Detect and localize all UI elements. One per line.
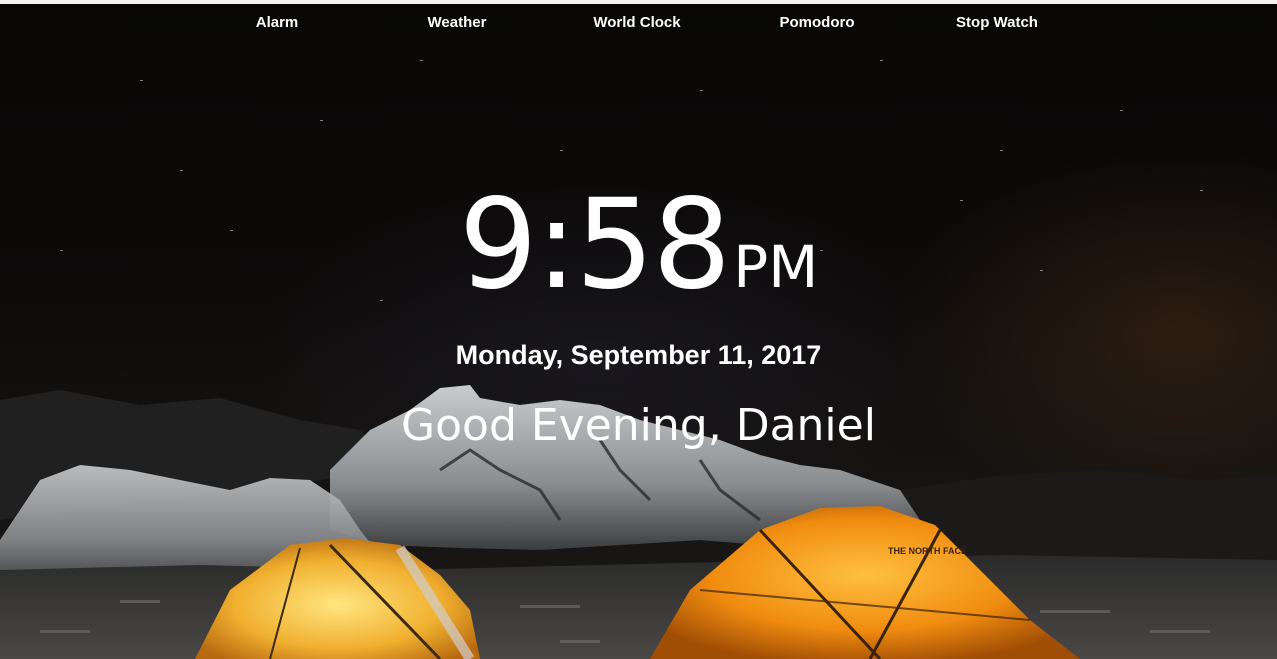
clock-ampm: PM: [733, 233, 819, 301]
greeting-message: Good Evening, Daniel: [401, 400, 876, 451]
nav-weather[interactable]: Weather: [428, 14, 487, 31]
current-date: Monday, September 11, 2017: [455, 340, 822, 370]
nav-stop-watch[interactable]: Stop Watch: [956, 14, 1038, 31]
nav-pomodoro[interactable]: Pomodoro: [780, 14, 855, 31]
nav-alarm[interactable]: Alarm: [256, 14, 299, 31]
night-camping-background: THE NORTH FACE: [0, 60, 1277, 659]
tent-logo-text: THE NORTH FACE: [888, 546, 967, 556]
nav-world-clock[interactable]: World Clock: [593, 14, 680, 31]
clock-time: 9:58: [458, 173, 731, 317]
home-screen: THE NORTH FACE Alarm Weather World Clock…: [0, 0, 1277, 659]
clock-display: 9:58PM: [0, 180, 1277, 310]
top-navigation: Alarm Weather World Clock Pomodoro Stop …: [0, 14, 1277, 36]
